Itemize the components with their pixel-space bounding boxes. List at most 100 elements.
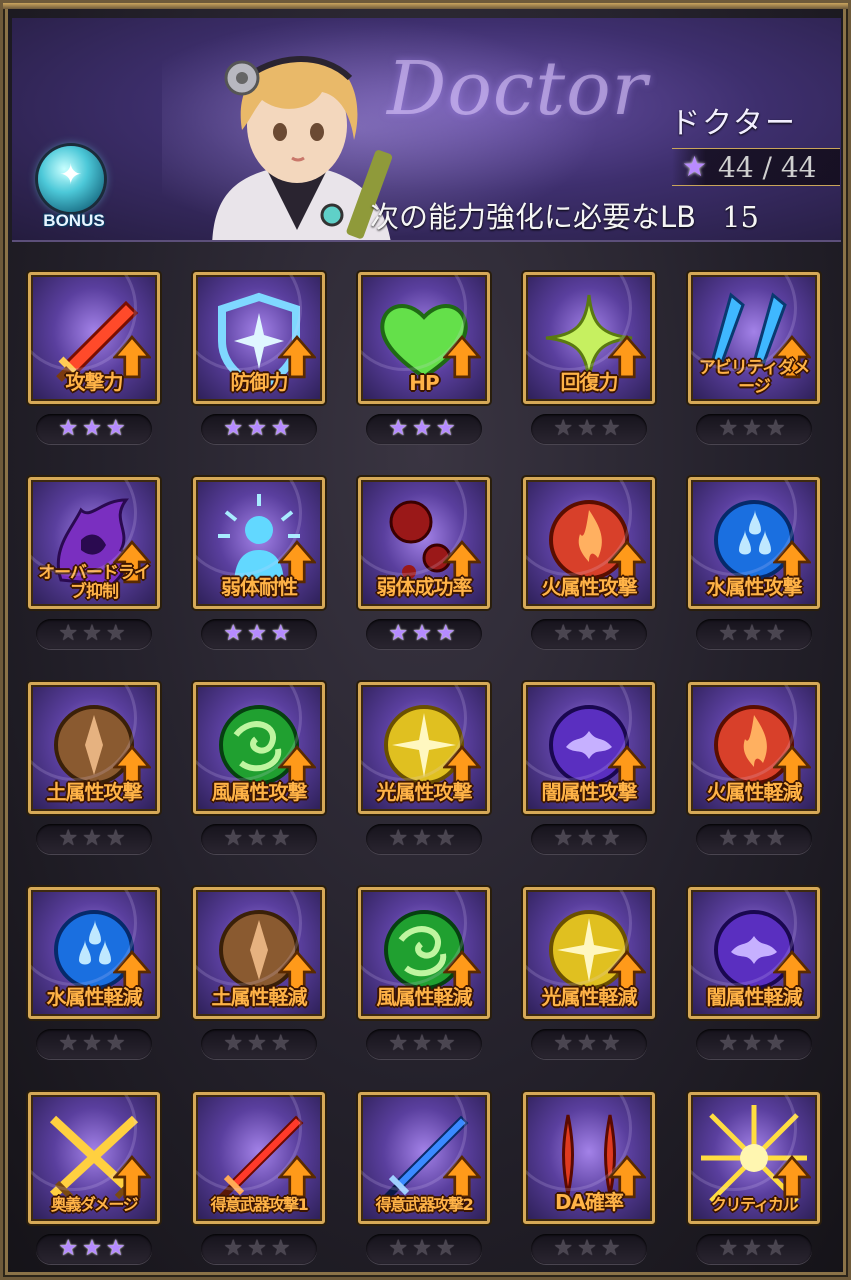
star-empty-icon: ★ [577, 416, 601, 441]
star-rating: ★★★ [201, 1029, 317, 1059]
skill-label: 攻撃力 [65, 370, 124, 394]
skill-cell[interactable]: HP ★★★ [358, 272, 490, 452]
skill-icon-button[interactable]: 攻撃力 [28, 272, 160, 404]
star-empty-icon: ★ [742, 416, 766, 441]
star-rating: ★★★ [696, 1234, 812, 1264]
star-empty-icon: ★ [718, 826, 743, 851]
star-filled-icon: ★ [435, 416, 460, 441]
star-empty-icon: ★ [742, 826, 766, 851]
skill-cell[interactable]: DA確率 ★★★ [523, 1092, 655, 1272]
skill-icon-button[interactable]: オーバードライブ抑制 [28, 477, 160, 609]
skill-cell[interactable]: オーバードライブ抑制 ★★★ [28, 477, 160, 657]
skill-cell[interactable]: 闇属性軽減 ★★★ [688, 887, 820, 1067]
star-rating: ★★★ [366, 824, 482, 854]
skill-icon-button[interactable]: 水属性攻撃 [688, 477, 820, 609]
skill-icon-button[interactable]: 光属性攻撃 [358, 682, 490, 814]
next-lb-value: 15 [722, 200, 759, 234]
skill-label: 闇属性軽減 [706, 985, 803, 1009]
skill-cell[interactable]: 弱体耐性 ★★★ [193, 477, 325, 657]
star-empty-icon: ★ [577, 826, 601, 851]
star-empty-icon: ★ [412, 826, 436, 851]
star-filled-icon: ★ [388, 416, 413, 441]
class-name-jp: ドクター [670, 106, 797, 141]
skill-cell[interactable]: 回復力 ★★★ [523, 272, 655, 452]
star-empty-icon: ★ [765, 1236, 790, 1261]
skill-icon-button[interactable]: クリティカル [688, 1092, 820, 1224]
skill-icon-button[interactable]: 火属性軽減 [688, 682, 820, 814]
skill-icon-button[interactable]: 土属性攻撃 [28, 682, 160, 814]
skill-cell[interactable]: 土属性攻撃 ★★★ [28, 682, 160, 862]
star-empty-icon: ★ [718, 416, 743, 441]
skill-icon-button[interactable]: アビリティダメージ [688, 272, 820, 404]
skill-icon-button[interactable]: 回復力 [523, 272, 655, 404]
skill-icon-button[interactable]: 風属性軽減 [358, 887, 490, 1019]
skill-cell[interactable]: アビリティダメージ ★★★ [688, 272, 820, 452]
skill-icon-button[interactable]: DA確率 [523, 1092, 655, 1224]
skill-cell[interactable]: 火属性軽減 ★★★ [688, 682, 820, 862]
star-empty-icon: ★ [577, 621, 601, 646]
skill-cell[interactable]: 光属性攻撃 ★★★ [358, 682, 490, 862]
class-name: Doctor [387, 46, 648, 132]
skill-icon-button[interactable]: 光属性軽減 [523, 887, 655, 1019]
star-filled-icon: ★ [223, 416, 248, 441]
skill-cell[interactable]: 土属性軽減 ★★★ [193, 887, 325, 1067]
skill-cell[interactable]: 攻撃力 ★★★ [28, 272, 160, 452]
star-empty-icon: ★ [765, 416, 790, 441]
skill-icon-button[interactable]: 得意武器攻撃1 [193, 1092, 325, 1224]
star-empty-icon: ★ [600, 1236, 625, 1261]
skill-icon-button[interactable]: HP [358, 272, 490, 404]
skill-cell[interactable]: 水属性軽減 ★★★ [28, 887, 160, 1067]
skill-icon-button[interactable]: 火属性攻撃 [523, 477, 655, 609]
star-rating: ★★★ [696, 1029, 812, 1059]
skill-icon-button[interactable]: 防御力 [193, 272, 325, 404]
class-header: ✦ BONUS Doctor ドクター ★ 44 / 44 次の能力強化に必要な… [12, 18, 841, 242]
star-empty-icon: ★ [742, 1031, 766, 1056]
bonus-orb-icon[interactable]: ✦ [38, 146, 104, 212]
skill-label: 水属性軽減 [46, 985, 143, 1009]
skill-label: DA確率 [554, 1190, 624, 1214]
skill-label: 土属性軽減 [211, 985, 308, 1009]
star-rating: ★★★ [531, 619, 647, 649]
star-filled-icon: ★ [270, 621, 295, 646]
star-filled-icon: ★ [388, 621, 413, 646]
skill-label: アビリティダメージ [698, 358, 810, 397]
star-empty-icon: ★ [553, 826, 578, 851]
skill-cell[interactable]: クリティカル ★★★ [688, 1092, 820, 1272]
skill-cell[interactable]: 風属性軽減 ★★★ [358, 887, 490, 1067]
skill-cell[interactable]: 弱体成功率 ★★★ [358, 477, 490, 657]
star-empty-icon: ★ [435, 826, 460, 851]
star-empty-icon: ★ [765, 1031, 790, 1056]
sparkle-icon: ✦ [59, 158, 83, 191]
star-filled-icon: ★ [58, 1236, 83, 1261]
star-empty-icon: ★ [553, 1236, 578, 1261]
skill-icon-button[interactable]: 奥義ダメージ [28, 1092, 160, 1224]
skill-icon-button[interactable]: 風属性攻撃 [193, 682, 325, 814]
star-empty-icon: ★ [270, 1236, 295, 1261]
skill-cell[interactable]: 得意武器攻撃1 ★★★ [193, 1092, 325, 1272]
star-rating: ★★★ [201, 1234, 317, 1264]
star-rating: ★★★ [366, 1029, 482, 1059]
skill-cell[interactable]: 闇属性攻撃 ★★★ [523, 682, 655, 862]
skill-icon-button[interactable]: 土属性軽減 [193, 887, 325, 1019]
star-empty-icon: ★ [435, 1236, 460, 1261]
skill-icon-button[interactable]: 得意武器攻撃2 [358, 1092, 490, 1224]
next-lb-label: 次の能力強化に必要なLB [370, 200, 697, 234]
star-filled-icon: ★ [247, 416, 271, 441]
skill-cell[interactable]: 風属性攻撃 ★★★ [193, 682, 325, 862]
skill-icon-button[interactable]: 弱体耐性 [193, 477, 325, 609]
skill-icon-button[interactable]: 闇属性軽減 [688, 887, 820, 1019]
skill-cell[interactable]: 水属性攻撃 ★★★ [688, 477, 820, 657]
star-empty-icon: ★ [247, 1031, 271, 1056]
skill-icon-button[interactable]: 水属性軽減 [28, 887, 160, 1019]
star-empty-icon: ★ [82, 621, 106, 646]
skill-cell[interactable]: 奥義ダメージ ★★★ [28, 1092, 160, 1272]
skill-cell[interactable]: 得意武器攻撃2 ★★★ [358, 1092, 490, 1272]
skill-cell[interactable]: 防御力 ★★★ [193, 272, 325, 452]
skill-icon-button[interactable]: 弱体成功率 [358, 477, 490, 609]
skill-icon-button[interactable]: 闇属性攻撃 [523, 682, 655, 814]
skill-cell[interactable]: 光属性軽減 ★★★ [523, 887, 655, 1067]
star-rating: ★★★ [366, 1234, 482, 1264]
star-rating: ★★★ [36, 619, 152, 649]
skill-cell[interactable]: 火属性攻撃 ★★★ [523, 477, 655, 657]
skill-label: HP [409, 371, 439, 395]
